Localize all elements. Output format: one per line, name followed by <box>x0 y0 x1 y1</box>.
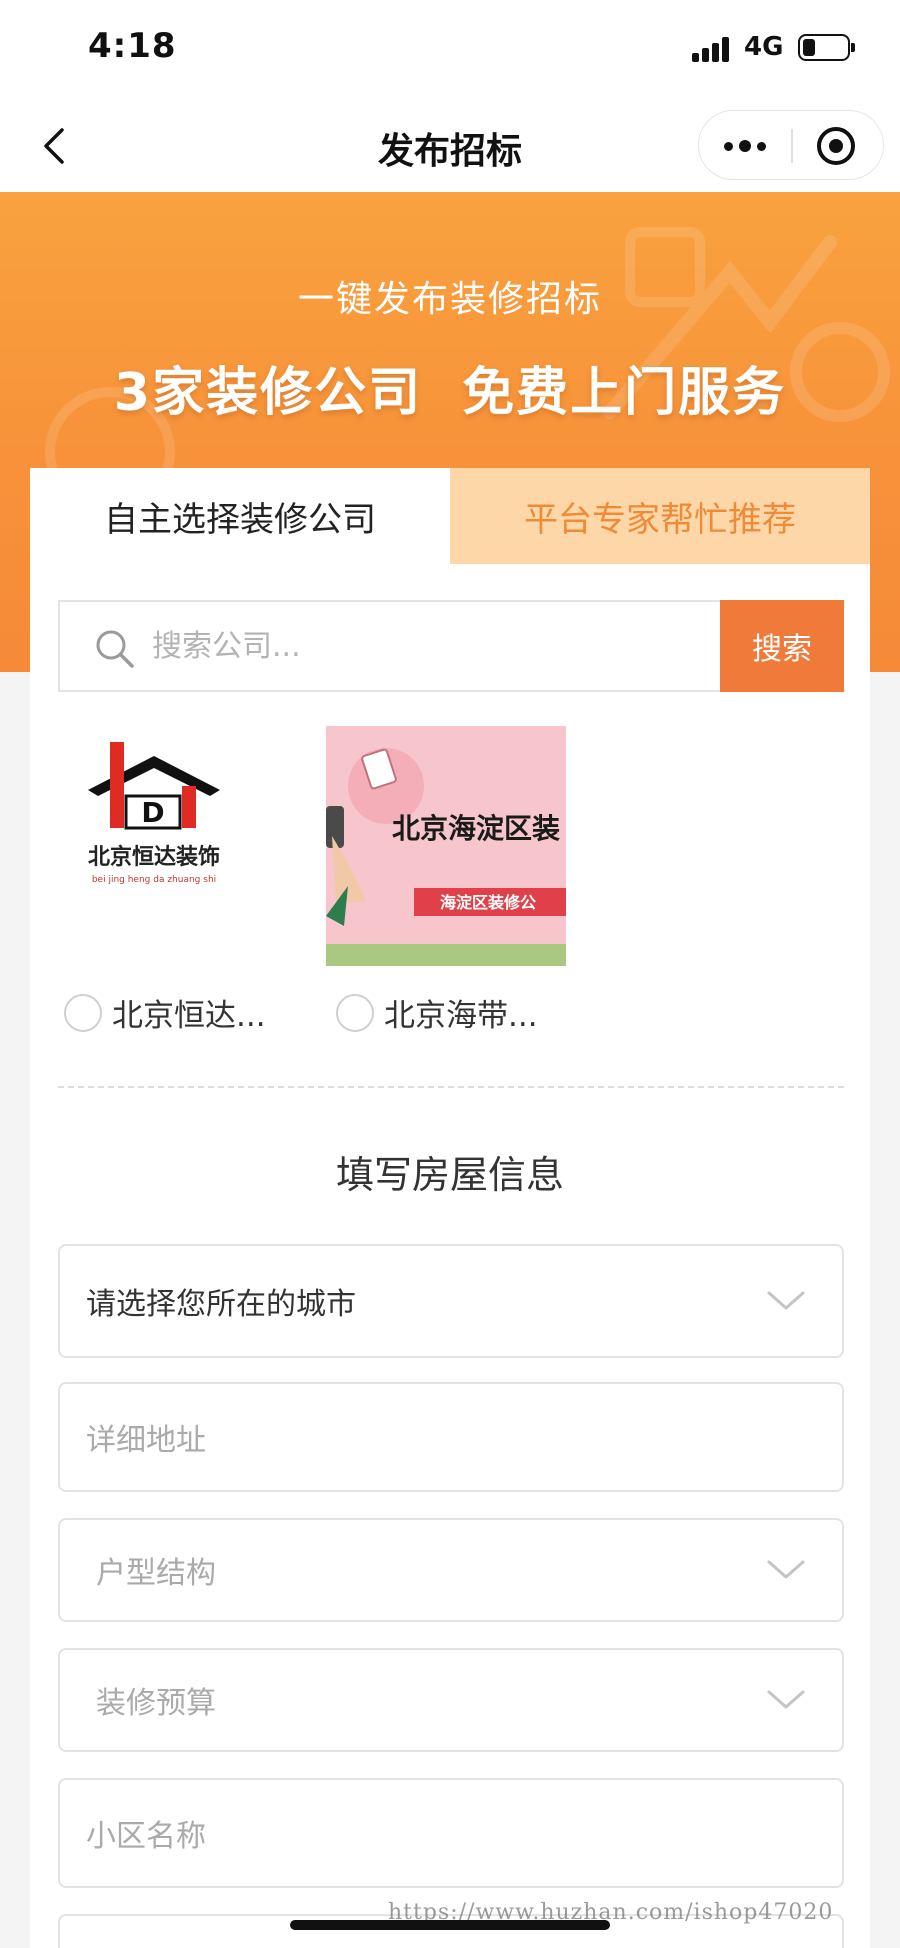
tab-expert-recommend[interactable]: 平台专家帮忙推荐 <box>450 468 870 564</box>
company-logo[interactable]: 北京海淀区装 海淀区装修公 <box>326 726 566 966</box>
company-list: D 北京恒达装饰 bei jing heng da zhuang shi 北京恒… <box>54 726 854 1056</box>
chevron-down-icon <box>767 1560 805 1579</box>
banner-headline-right: 免费上门服务 <box>462 363 787 423</box>
house-logo-icon: D 北京恒达装饰 bei jing heng da zhuang shi <box>54 726 296 966</box>
promo-poster-icon: 北京海淀区装 海淀区装修公 <box>326 726 566 966</box>
section-title: 填写房屋信息 <box>335 1153 564 1197</box>
address-field[interactable]: 详细地址 <box>58 1382 844 1492</box>
network-label: 4G <box>744 32 784 62</box>
search-button[interactable]: 搜索 <box>720 600 844 692</box>
search-input[interactable] <box>152 602 672 690</box>
budget-placeholder: 装修预算 <box>96 1686 216 1721</box>
company-radio[interactable] <box>336 994 374 1032</box>
logo-subtitle: 海淀区装修公 <box>440 893 536 912</box>
city-select-value: 请选择您所在的城市 <box>86 1287 356 1322</box>
chevron-down-icon <box>767 1690 805 1709</box>
company-name: 北京恒达... <box>112 998 266 1034</box>
community-placeholder: 小区名称 <box>86 1819 206 1854</box>
mode-tabs: 自主选择装修公司 平台专家帮忙推荐 <box>30 468 870 564</box>
house-type-placeholder: 户型结构 <box>96 1556 216 1591</box>
company-item[interactable]: D 北京恒达装饰 bei jing heng da zhuang shi 北京恒… <box>54 726 296 1046</box>
target-close-icon[interactable] <box>817 127 855 165</box>
status-bar: 4:18 4G <box>0 0 900 100</box>
company-item[interactable]: 北京海淀区装 海淀区装修公 北京海带... <box>326 726 568 1046</box>
bidding-card: 自主选择装修公司 平台专家帮忙推荐 搜索 D 北京恒达装饰 bei jing <box>30 468 870 1948</box>
budget-select[interactable]: 装修预算 <box>58 1648 844 1752</box>
signal-icon <box>692 36 732 62</box>
address-placeholder: 详细地址 <box>86 1423 206 1458</box>
house-type-select[interactable]: 户型结构 <box>58 1518 844 1622</box>
logo-subtitle: bei jing heng da zhuang shi <box>92 875 216 885</box>
battery-icon <box>798 34 855 61</box>
banner-headline: 3家装修公司 免费上门服务 <box>0 350 900 425</box>
dashed-divider <box>58 1086 844 1088</box>
city-select[interactable]: 请选择您所在的城市 <box>58 1244 844 1358</box>
company-name: 北京海带... <box>384 998 538 1034</box>
chevron-down-icon <box>767 1291 805 1310</box>
logo-initial: D <box>141 796 164 829</box>
status-time: 4:18 <box>88 26 177 66</box>
banner-decoration-icon <box>603 227 890 422</box>
company-radio[interactable] <box>64 994 102 1032</box>
logo-title: 北京恒达装饰 <box>88 844 220 870</box>
company-logo[interactable]: D 北京恒达装饰 bei jing heng da zhuang shi <box>54 726 296 966</box>
search-icon <box>96 630 134 668</box>
more-dots-icon[interactable] <box>699 111 791 181</box>
search-box: 搜索 <box>58 600 844 692</box>
home-indicator <box>290 1920 610 1930</box>
banner-subtitle: 一键发布装修招标 <box>297 279 602 320</box>
logo-title: 北京海淀区装 <box>392 812 560 845</box>
nav-bar: 发布招标 <box>0 100 900 192</box>
banner-headline-left: 3家装修公司 <box>113 363 423 423</box>
community-field[interactable]: 小区名称 <box>58 1778 844 1888</box>
mini-program-capsule <box>698 110 884 180</box>
capsule-divider <box>791 129 793 163</box>
tab-self-select[interactable]: 自主选择装修公司 <box>30 468 450 564</box>
